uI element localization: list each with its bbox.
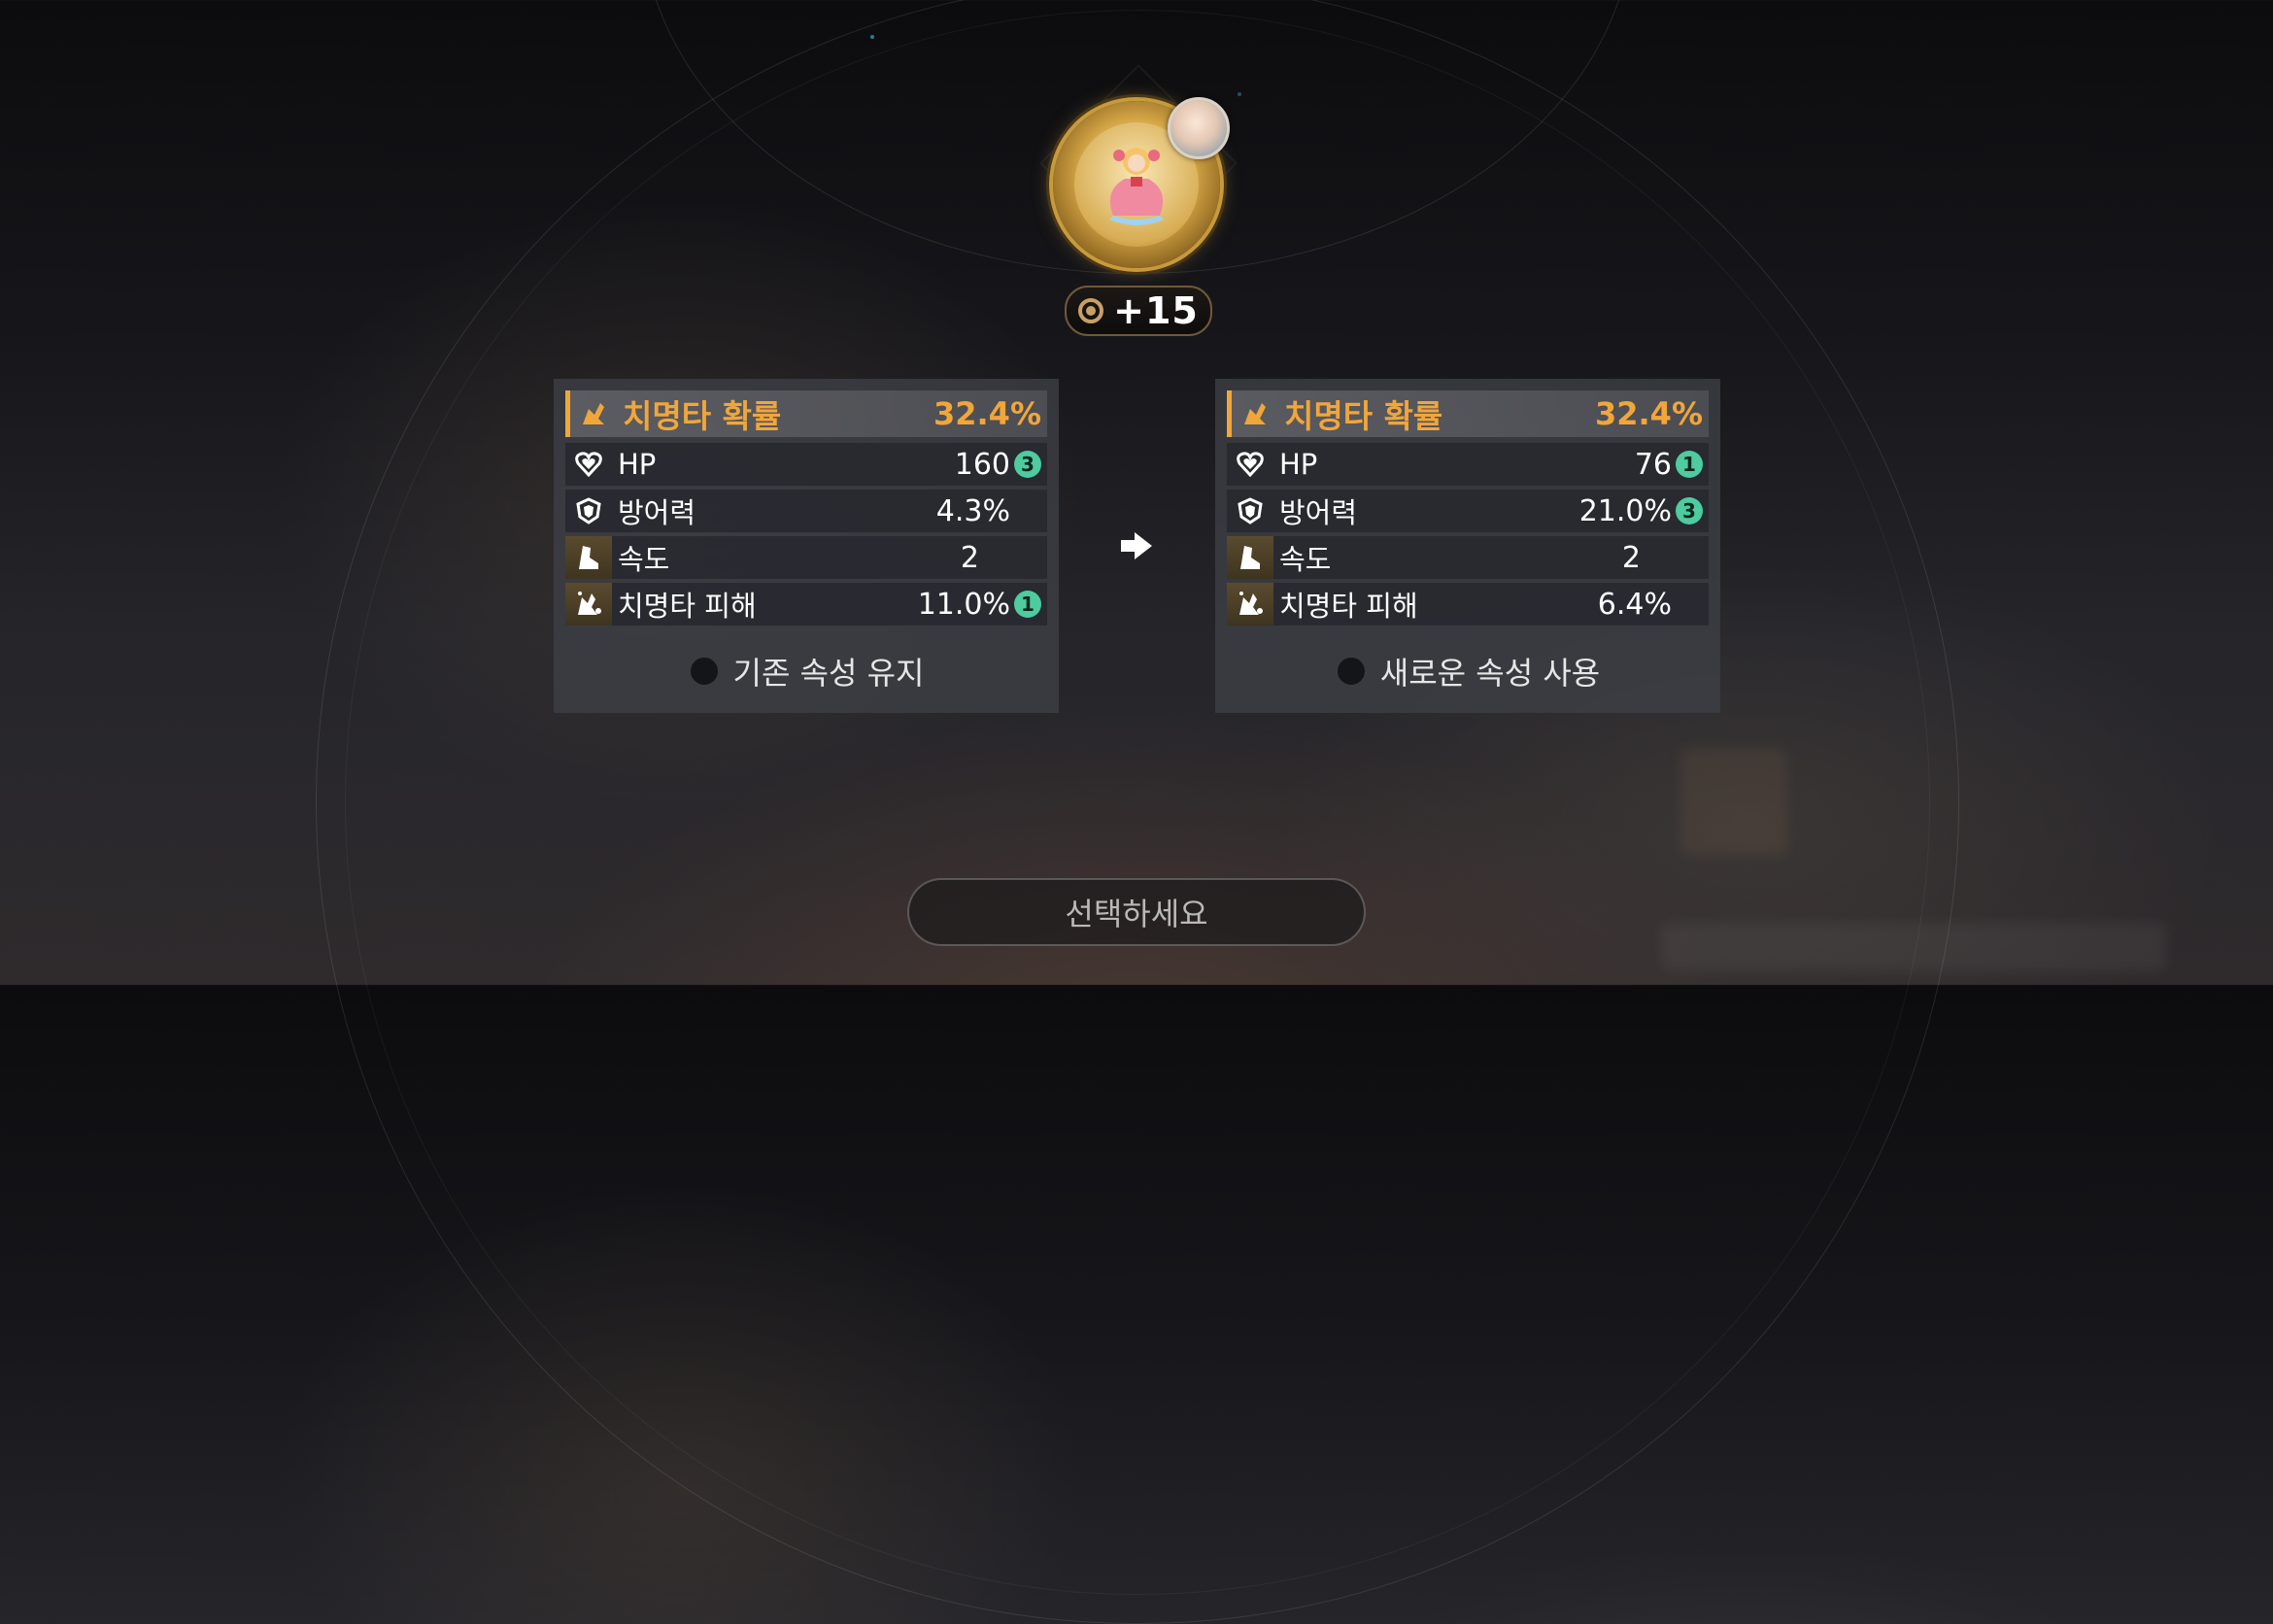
arrow-right-icon bbox=[1121, 532, 1152, 559]
main-stat-value: 32.4% bbox=[1594, 395, 1703, 432]
substat-row-hp: HP 76 1 bbox=[1227, 443, 1709, 486]
substat-row-defense: 방어력 4.3% bbox=[565, 490, 1047, 532]
substat-value: 2 bbox=[960, 540, 979, 575]
main-stat-row: 치명타 확률 32.4% bbox=[1227, 390, 1709, 437]
shield-icon bbox=[565, 490, 612, 532]
boot-icon bbox=[1227, 536, 1273, 579]
heart-icon bbox=[565, 443, 612, 486]
use-new-option[interactable]: 새로운 속성 사용 bbox=[1215, 649, 1720, 694]
substat-label: HP bbox=[1279, 448, 1318, 481]
substat-label: 방어력 bbox=[618, 496, 696, 529]
use-new-label: 새로운 속성 사용 bbox=[1379, 655, 1601, 692]
substat-label: 방어력 bbox=[1279, 496, 1358, 529]
shield-icon bbox=[1227, 490, 1273, 532]
hero-portrait-icon bbox=[1168, 97, 1230, 159]
select-button[interactable]: 선택하세요 bbox=[907, 878, 1366, 946]
substat-label: HP bbox=[618, 448, 657, 481]
substat-label: 속도 bbox=[1279, 543, 1332, 576]
substat-label: 속도 bbox=[618, 543, 670, 576]
substat-value: 4.3% bbox=[935, 493, 1010, 528]
equipment-emblem bbox=[1039, 64, 1238, 272]
main-stat-label: 치명타 확률 bbox=[623, 397, 782, 435]
keep-current-option[interactable]: 기존 속성 유지 bbox=[554, 649, 1059, 694]
roll-count-badge: 1 bbox=[1014, 591, 1041, 618]
crit-damage-icon bbox=[565, 583, 612, 626]
substat-label: 치명타 피해 bbox=[618, 590, 757, 623]
substat-row-crit-damage: 치명타 피해 11.0% 1 bbox=[565, 583, 1047, 626]
crit-chance-icon bbox=[570, 392, 617, 435]
enhance-ring-icon bbox=[1078, 298, 1104, 323]
crit-damage-icon bbox=[1227, 583, 1273, 626]
substat-row-defense: 방어력 21.0% 3 bbox=[1227, 490, 1709, 532]
substat-value: 6.4% bbox=[1597, 587, 1672, 622]
substat-value: 11.0% 1 bbox=[857, 588, 1047, 622]
roll-count-badge: 3 bbox=[1014, 451, 1041, 478]
roll-count-badge: 1 bbox=[1676, 451, 1703, 478]
main-stat-label: 치명타 확률 bbox=[1284, 397, 1443, 435]
keep-current-radio[interactable] bbox=[688, 656, 720, 687]
new-stats-panel[interactable]: 치명타 확률 32.4% HP 76 1 방어력 21.0% 3 속도 2 치명타 … bbox=[1215, 379, 1720, 713]
select-button-label: 선택하세요 bbox=[1065, 896, 1208, 932]
crit-chance-icon bbox=[1232, 392, 1278, 435]
substat-row-speed: 속도 2 bbox=[1227, 536, 1709, 579]
substat-row-hp: HP 160 3 bbox=[565, 443, 1047, 486]
keep-current-label: 기존 속성 유지 bbox=[732, 655, 925, 692]
main-stat-row: 치명타 확률 32.4% bbox=[565, 390, 1047, 437]
substat-value: 160 3 bbox=[857, 448, 1047, 482]
roll-count-badge: 3 bbox=[1676, 497, 1703, 524]
substat-row-crit-damage: 치명타 피해 6.4% bbox=[1227, 583, 1709, 626]
sparkle-dot bbox=[870, 35, 874, 39]
sparkle-dot bbox=[1238, 92, 1241, 96]
substat-label: 치명타 피해 bbox=[1279, 590, 1418, 623]
use-new-radio[interactable] bbox=[1335, 656, 1367, 687]
background-blur-panel bbox=[1661, 923, 2166, 971]
substat-value: 21.0% 3 bbox=[1518, 494, 1709, 528]
current-stats-panel[interactable]: 치명타 확률 32.4% HP 160 3 방어력 4.3% 속도 2 치명타 피… bbox=[554, 379, 1059, 713]
main-stat-value: 32.4% bbox=[933, 395, 1041, 432]
boot-icon bbox=[565, 536, 612, 579]
substat-row-speed: 속도 2 bbox=[565, 536, 1047, 579]
heart-icon bbox=[1227, 443, 1273, 486]
enhance-level-badge: +15 bbox=[1065, 286, 1212, 336]
background-blur-panel bbox=[1680, 748, 1787, 855]
enhance-level-text: +15 bbox=[1113, 289, 1199, 332]
substat-value: 2 bbox=[1621, 540, 1641, 575]
substat-value: 76 1 bbox=[1518, 448, 1709, 482]
